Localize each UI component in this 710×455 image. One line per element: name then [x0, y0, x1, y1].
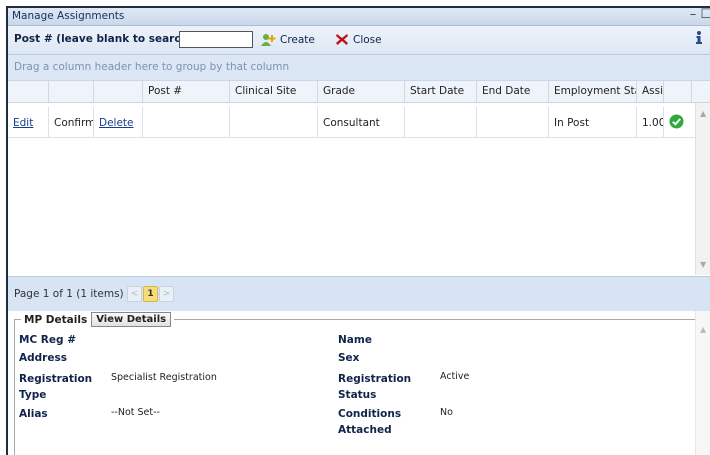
registration-status-label: Registration Status	[338, 373, 412, 401]
mp-details-fieldset: MP Details View Details MC Reg # Address…	[14, 312, 696, 455]
manage-assignments-window: Manage Assignments – ☐ Post # (leave bla…	[6, 6, 710, 455]
view-details-button[interactable]: View Details	[91, 312, 172, 327]
pager: Page 1 of 1 (1 items) < 1 >	[8, 276, 710, 311]
window-controls[interactable]: – ☐	[690, 8, 710, 22]
group-by-panel[interactable]: Drag a column header here to group by th…	[8, 55, 710, 81]
create-user-icon	[261, 34, 276, 46]
alias-value: --Not Set--	[111, 407, 160, 418]
grid-header: Post # Clinical Site Grade Start Date En…	[8, 81, 710, 103]
grid-scrollbar[interactable]: ▲ ▼	[695, 103, 710, 275]
delete-link[interactable]: Delete	[99, 117, 134, 129]
next-page-button[interactable]: >	[159, 286, 174, 302]
column-header-status-icon[interactable]	[664, 81, 692, 102]
window-titlebar: Manage Assignments – ☐	[8, 8, 710, 26]
table-row: Edit Confirm Delete Consultant In Post 1…	[8, 107, 696, 138]
column-header-post[interactable]: Post #	[143, 81, 230, 102]
group-hint: Drag a column header here to group by th…	[14, 61, 290, 73]
grid-body: Edit Confirm Delete Consultant In Post 1…	[8, 103, 696, 275]
cell-clinical-site	[230, 107, 318, 137]
confirm-link[interactable]: Confirm	[49, 107, 94, 137]
column-header-end-date[interactable]: End Date	[477, 81, 549, 102]
registration-type-value: Specialist Registration	[111, 372, 217, 383]
post-number-input[interactable]	[179, 31, 253, 48]
registration-type-label: Registration Type	[19, 373, 93, 401]
create-label: Create	[280, 34, 315, 46]
column-header-edit[interactable]	[8, 81, 49, 102]
column-header-clinical-site[interactable]: Clinical Site	[230, 81, 318, 102]
close-x-icon	[336, 34, 348, 45]
close-button[interactable]: Close	[335, 33, 382, 46]
column-header-delete[interactable]	[94, 81, 143, 102]
conditions-attached-label: Conditions Attached	[338, 408, 402, 436]
details-scrollbar[interactable]: ▲	[695, 311, 710, 455]
cell-assignment: 1.00	[637, 107, 664, 137]
scroll-down-icon[interactable]: ▼	[700, 260, 706, 269]
address-label: Address	[19, 352, 67, 364]
toolbar: Post # (leave blank to search): Create C…	[8, 26, 710, 55]
cell-post	[143, 107, 230, 137]
registration-status-value: Active	[440, 371, 470, 382]
alias-label: Alias	[19, 408, 48, 420]
cell-end-date	[477, 107, 549, 137]
cell-employment-status: In Post	[549, 107, 637, 137]
column-header-confirm[interactable]	[49, 81, 94, 102]
cell-start-date	[405, 107, 477, 137]
post-number-label: Post # (leave blank to search):	[14, 33, 198, 45]
mc-reg-label: MC Reg #	[19, 334, 76, 346]
sex-label: Sex	[338, 352, 360, 364]
mp-details-title: MP Details	[24, 313, 88, 326]
column-header-grade[interactable]: Grade	[318, 81, 405, 102]
column-header-start-date[interactable]: Start Date	[405, 81, 477, 102]
pager-summary: Page 1 of 1 (1 items)	[14, 288, 124, 300]
window-title: Manage Assignments	[12, 10, 125, 22]
cell-grade: Consultant	[318, 107, 405, 137]
mp-details-panel: MP Details View Details MC Reg # Address…	[8, 311, 696, 455]
create-button[interactable]: Create	[260, 33, 315, 47]
column-header-assignment[interactable]: Assig	[637, 81, 664, 102]
name-label: Name	[338, 334, 372, 346]
page-1-button[interactable]: 1	[143, 286, 158, 302]
close-label: Close	[353, 33, 382, 46]
conditions-attached-value: No	[440, 407, 453, 418]
info-icon[interactable]	[692, 30, 706, 49]
scroll-up-icon[interactable]: ▲	[700, 109, 706, 118]
mp-details-legend: MP Details View Details	[21, 312, 175, 327]
details-scroll-up-icon[interactable]: ▲	[700, 325, 706, 334]
prev-page-button[interactable]: <	[127, 286, 142, 302]
edit-link[interactable]: Edit	[13, 117, 33, 129]
check-circle-icon	[669, 114, 684, 129]
column-header-employment-status[interactable]: Employment Stat	[549, 81, 637, 102]
